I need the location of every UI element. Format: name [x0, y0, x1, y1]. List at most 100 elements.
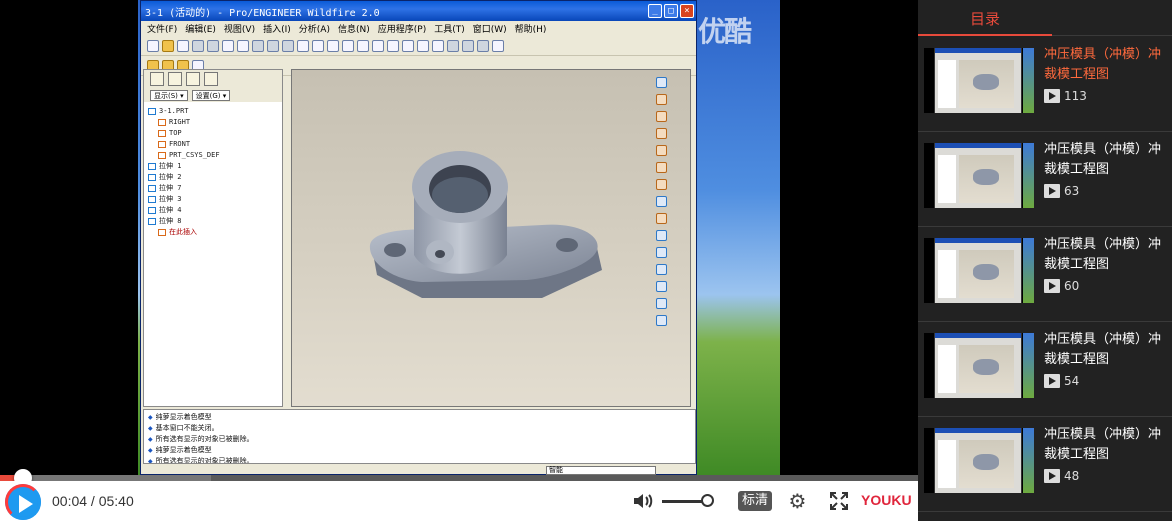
extrude-icon	[148, 217, 156, 225]
regenerate-icon	[297, 39, 309, 52]
zoom-in-icon	[372, 39, 384, 52]
volume-handle[interactable]	[701, 494, 714, 507]
thumbnail-screen	[934, 333, 1022, 398]
video-thumbnail[interactable]	[924, 238, 1034, 303]
volume-icon[interactable]	[632, 491, 654, 511]
menu-applications: 应用程序(P)	[377, 25, 427, 35]
thumbnail-desktop	[1023, 333, 1034, 398]
duration: 05:40	[98, 493, 134, 509]
show-dropdown: 显示(S) ▾	[150, 89, 188, 101]
thumbnail-part	[973, 454, 999, 470]
rib-tool-icon	[655, 281, 667, 292]
play-count-icon	[1044, 279, 1060, 293]
fullscreen-icon[interactable]	[830, 492, 848, 510]
thumbnail-screen	[934, 238, 1022, 303]
curve-tool-icon	[655, 128, 667, 139]
message-line: 纯萝显示着色模型	[148, 412, 691, 423]
play-ring	[5, 484, 41, 520]
thumbnail-screen	[934, 48, 1022, 113]
hole-tool-icon	[655, 247, 667, 258]
menu-bar: 文件(F) 编辑(E) 视图(V) 插入(I) 分析(A) 信息(N) 应用程序…	[141, 21, 696, 36]
round-tool-icon	[655, 298, 667, 309]
extrude-tool-icon	[655, 213, 667, 224]
tree-node-label: 拉伸 1	[159, 162, 182, 170]
spin-icon	[357, 39, 369, 52]
menu-view: 视图(V)	[223, 25, 256, 35]
plane-icon	[158, 140, 166, 148]
playlist-item-title[interactable]: 冲压模具（冲模）冲裁模工程图	[1044, 140, 1164, 180]
thumbnail-desktop	[1023, 428, 1034, 493]
message-line: 基本窗口不能关闭。	[148, 423, 691, 434]
video-thumbnail[interactable]	[924, 48, 1034, 113]
playlist-item[interactable]: 冲压模具（冲模）冲裁模工程图 60	[918, 227, 1172, 322]
video-thumbnail[interactable]	[924, 143, 1034, 208]
layer-tab-icon	[168, 72, 182, 86]
copy-icon	[267, 39, 279, 52]
quality-button[interactable]: 标清	[738, 491, 773, 511]
folder-tab-icon	[186, 72, 200, 86]
orient-icon	[417, 39, 429, 52]
tree-node: 拉伸 2	[144, 172, 282, 183]
thumbnail-tree	[938, 250, 956, 298]
playlist-item-title[interactable]: 冲压模具（冲模）冲裁模工程图	[1044, 425, 1164, 465]
redo-icon	[237, 39, 249, 52]
playlist-item[interactable]: 冲压模具（冲模）冲裁模工程图 54	[918, 322, 1172, 417]
play-count-icon	[1044, 184, 1060, 198]
proe-window: 3-1 (活动的) - Pro/ENGINEER Wildfire 2.0 _ …	[140, 0, 697, 475]
graphics-viewport	[291, 69, 691, 407]
thumbnail-part	[973, 359, 999, 375]
model-tree-nodes: 3-1.PRT RIGHT TOP FRONT PRT_CSYS_DEF 拉伸 …	[144, 102, 282, 238]
edit-tool-icon	[655, 196, 667, 207]
thumbnail-titlebar	[935, 428, 1021, 433]
tree-node-label: 在此插入	[169, 228, 197, 236]
plane-icon	[158, 129, 166, 137]
wireframe-icon	[447, 39, 459, 52]
time-display: 00:04 / 05:40	[52, 493, 134, 509]
tree-node: 拉伸 4	[144, 205, 282, 216]
play-count: 54	[1044, 374, 1079, 388]
sketch-icon	[655, 77, 667, 88]
playlist-tab[interactable]: 目录	[970, 8, 1000, 29]
no-hidden-icon	[477, 39, 489, 52]
play-count-value: 60	[1064, 279, 1080, 293]
thumbnail-screen	[934, 428, 1022, 493]
playlist-item-title[interactable]: 冲压模具（冲模）冲裁模工程图	[1044, 330, 1164, 370]
watermark: 优酷	[698, 15, 752, 48]
saved-views-icon	[432, 39, 444, 52]
save-icon	[177, 39, 189, 52]
tree-node-label: 拉伸 7	[159, 184, 182, 192]
menu-help: 帮助(H)	[514, 25, 547, 35]
tree-node-label: 拉伸 2	[159, 173, 182, 181]
video-frame[interactable]: 优酷 3-1 (活动的) - Pro/ENGINEER Wildfire 2.0…	[0, 0, 918, 475]
shell-tool-icon	[655, 264, 667, 275]
gear-icon[interactable]: ⚙	[787, 491, 808, 512]
playlist-item-title[interactable]: 冲压模具（冲模）冲裁模工程图	[1044, 235, 1164, 275]
hidden-line-icon	[462, 39, 474, 52]
settings-dropdown: 设置(G) ▾	[191, 89, 231, 101]
tree-node: 3-1.PRT	[144, 106, 282, 117]
tab-underline	[918, 34, 1052, 36]
video-thumbnail[interactable]	[924, 428, 1034, 493]
playlist-item[interactable]: 冲压模具（冲模）冲裁模工程图 113	[918, 37, 1172, 132]
playlist-item[interactable]: 冲压模具（冲模）冲裁模工程图 63	[918, 132, 1172, 227]
thumbnail-desktop	[1023, 143, 1034, 208]
play-icon[interactable]	[5, 484, 41, 520]
playlist-item[interactable]: 冲压模具（冲模）冲裁模工程图 48	[918, 417, 1172, 512]
favorites-tab-icon	[204, 72, 218, 86]
axis-tool-icon	[655, 111, 667, 122]
playlist-panel: 目录 冲压模具（冲模）冲裁模工程图 113 冲压模具（冲模）冲裁模工程图 63 冲压模具…	[918, 0, 1172, 521]
new-icon	[147, 39, 159, 52]
zoom-out-icon	[387, 39, 399, 52]
video-player[interactable]: 优酷 3-1 (活动的) - Pro/ENGINEER Wildfire 2.0…	[0, 0, 918, 521]
csys-icon	[158, 151, 166, 159]
playlist-item-title[interactable]: 冲压模具（冲模）冲裁模工程图	[1044, 45, 1164, 85]
menu-analysis: 分析(A)	[298, 25, 330, 35]
repaint-icon	[342, 39, 354, 52]
undo-icon	[222, 39, 234, 52]
thumbnail-desktop	[1023, 238, 1034, 303]
tree-node-label: 拉伸 4	[159, 206, 182, 214]
video-thumbnail[interactable]	[924, 333, 1034, 398]
thumbnail-titlebar	[935, 48, 1021, 53]
select-icon	[327, 39, 339, 52]
play-count: 113	[1044, 89, 1087, 103]
